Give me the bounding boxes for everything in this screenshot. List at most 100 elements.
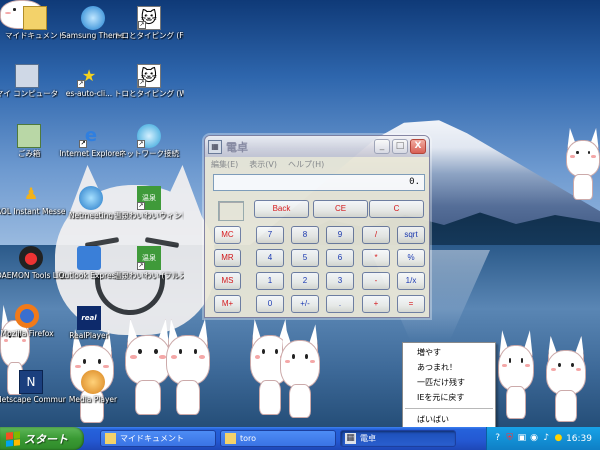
- start-label: スタート: [24, 432, 68, 446]
- menu-item-restore-ie[interactable]: IEを元に戻す: [403, 390, 495, 405]
- calc-key-percent[interactable]: %: [397, 249, 425, 267]
- toro-cat[interactable]: [125, 319, 171, 415]
- desktop-icon-label: マイ コンピュータ: [0, 89, 59, 98]
- context-menu[interactable]: 増やす あつまれ！ 一匹だけ残す IEを元に戻す ばいばい: [402, 342, 496, 427]
- calc-key-5[interactable]: 5: [291, 249, 319, 267]
- menu-item-increase[interactable]: 増やす: [403, 345, 495, 360]
- calc-key-multiply[interactable]: *: [362, 249, 390, 267]
- ce-button[interactable]: CE: [313, 200, 368, 218]
- close-button[interactable]: X: [410, 139, 426, 154]
- calc-key-1[interactable]: 1: [256, 272, 284, 290]
- desktop-icon-netscape[interactable]: N Netscape Communicator: [0, 370, 66, 418]
- internet-explorer-icon: e ↗: [79, 125, 98, 148]
- calc-key-divide[interactable]: /: [362, 226, 390, 244]
- volume-icon[interactable]: ♪: [542, 433, 551, 444]
- outlook-express-icon: [77, 246, 101, 270]
- calc-key-minus[interactable]: -: [362, 272, 390, 290]
- menu-help[interactable]: ヘルプ(H): [288, 159, 324, 170]
- toro-cat[interactable]: [498, 330, 534, 419]
- calc-key-mplus[interactable]: M+: [214, 295, 241, 313]
- calc-key-mc[interactable]: MC: [214, 226, 241, 244]
- calculator-icon: ▦: [208, 139, 222, 154]
- menu-item-gather[interactable]: あつまれ！: [403, 360, 495, 375]
- calc-key-9[interactable]: 9: [326, 226, 354, 244]
- calc-key-ms[interactable]: MS: [214, 272, 241, 290]
- star-shortcut-icon: ★ ↗: [77, 66, 97, 88]
- calc-key-mr[interactable]: MR: [214, 249, 241, 267]
- onsen-icon: 温泉 ↗: [137, 186, 161, 210]
- desktop-icon-toro-typing-window[interactable]: 🐱↗ トロとタイピング (WindowMo...: [114, 64, 184, 112]
- toro-cat[interactable]: [566, 128, 600, 200]
- calc-key-sqrt[interactable]: sqrt: [397, 226, 425, 244]
- toro-cat[interactable]: [166, 319, 210, 415]
- menu-bar: 編集(E) 表示(V) ヘルプ(H): [205, 157, 429, 172]
- calculator-titlebar[interactable]: ▦ 電卓 _ □ X: [205, 136, 429, 157]
- security-icon[interactable]: ◉: [530, 433, 539, 444]
- toro-cat[interactable]: [280, 324, 320, 418]
- desktop-icon-label: Mozilla Firefox: [0, 329, 54, 338]
- calc-key-decimal[interactable]: .: [326, 295, 354, 313]
- taskbar-item-toro[interactable]: toro: [220, 430, 336, 447]
- windows-logo-icon: [6, 430, 20, 447]
- media-player-icon: [81, 370, 105, 394]
- recycle-bin-icon: [17, 124, 41, 148]
- desktop-icon-label: ごみ箱: [17, 149, 41, 158]
- network-icon: ↗: [137, 124, 161, 148]
- desktop-icon-label: ネットワーク接続: [119, 149, 179, 158]
- menu-separator: [405, 408, 493, 409]
- clear-button[interactable]: C: [369, 200, 424, 218]
- desktop-icon-label: トロとタイピング (WindowMo...: [114, 89, 184, 98]
- taskbar-item-label: toro: [240, 434, 257, 443]
- desktop-icon-label: 温泉わいわい (フルスクリ...: [114, 271, 184, 280]
- menu-view[interactable]: 表示(V): [249, 159, 277, 170]
- taskbar-item-my-documents[interactable]: マイドキュメント: [100, 430, 216, 447]
- calculator-display: 0.: [213, 174, 425, 191]
- desktop-icon-onsen-fullscreen[interactable]: 温泉↗ 温泉わいわい (フルスクリ...: [114, 246, 184, 294]
- calc-key-7[interactable]: 7: [256, 226, 284, 244]
- desktop-icon-toro-typing-fullscreen[interactable]: 🐱↗ トロとタイピング (FullScreen...: [114, 6, 184, 54]
- calc-key-equals[interactable]: =: [397, 295, 425, 313]
- desktop-icon-label: 温泉わいわいウィンドウモ...: [114, 211, 184, 220]
- menu-edit[interactable]: 編集(E): [211, 159, 238, 170]
- taskbar: スタート マイドキュメント toro ▦ 電卓 ? ⛨ ▣ ◉ ♪ ● 16:3…: [0, 427, 600, 450]
- network-icon[interactable]: ▣: [517, 433, 527, 444]
- samsung-theme-icon: [81, 6, 105, 30]
- desktop-icon-label: Netscape Communicator: [0, 395, 66, 404]
- calc-key-1dividex[interactable]: 1/x: [397, 272, 425, 290]
- taskbar-item-calculator[interactable]: ▦ 電卓: [340, 430, 456, 447]
- menu-item-bye[interactable]: ばいばい: [403, 412, 495, 427]
- calc-key-6[interactable]: 6: [326, 249, 354, 267]
- desktop-icon-firefox[interactable]: Mozilla Firefox: [0, 304, 62, 352]
- calc-key-3[interactable]: 3: [326, 272, 354, 290]
- minimize-button[interactable]: _: [374, 139, 390, 154]
- calc-key-4[interactable]: 4: [256, 249, 284, 267]
- desktop-icon-media-player[interactable]: Media Player: [58, 370, 128, 418]
- realplayer-icon: real: [77, 306, 101, 330]
- calc-key-0[interactable]: 0: [256, 295, 284, 313]
- calc-key-8[interactable]: 8: [291, 226, 319, 244]
- calc-key-plus[interactable]: +: [362, 295, 390, 313]
- calculator-icon: ▦: [345, 433, 356, 444]
- menu-item-keep-one[interactable]: 一匹だけ残す: [403, 375, 495, 390]
- netmeeting-icon: [79, 186, 103, 210]
- desktop-icon-realplayer[interactable]: real RealPlayer: [54, 306, 124, 354]
- maximize-button[interactable]: □: [392, 139, 408, 154]
- shield-icon[interactable]: ⛨: [505, 433, 514, 444]
- desktop-icon-onsen-window[interactable]: 温泉↗ 温泉わいわいウィンドウモ...: [114, 186, 184, 234]
- folder-icon: [225, 433, 236, 444]
- toro-typing-window-icon: 🐱 ↗: [137, 64, 161, 88]
- desktop[interactable]: マイドキュメント マイ コンピュータ ごみ箱 ♟ AOL Instant Mes…: [0, 0, 600, 427]
- calculator-window[interactable]: ▦ 電卓 _ □ X 編集(E) 表示(V) ヘルプ(H) 0. Back CE…: [204, 135, 430, 318]
- help-icon[interactable]: ?: [493, 433, 502, 444]
- start-button[interactable]: スタート: [0, 427, 84, 450]
- desktop-icon-network[interactable]: ↗ ネットワーク接続: [114, 124, 184, 172]
- desktop-icon-recycle-bin[interactable]: ごみ箱: [0, 124, 64, 172]
- computer-icon: [15, 64, 39, 88]
- desktop-icon-label: Media Player: [68, 395, 118, 404]
- calc-key-2[interactable]: 2: [291, 272, 319, 290]
- desktop-icon-my-computer[interactable]: マイ コンピュータ: [0, 64, 62, 112]
- calc-key-plusdivideminus[interactable]: +/-: [291, 295, 319, 313]
- back-button[interactable]: Back: [254, 200, 309, 218]
- toro-cat[interactable]: [546, 335, 586, 422]
- info-icon[interactable]: ●: [554, 433, 563, 444]
